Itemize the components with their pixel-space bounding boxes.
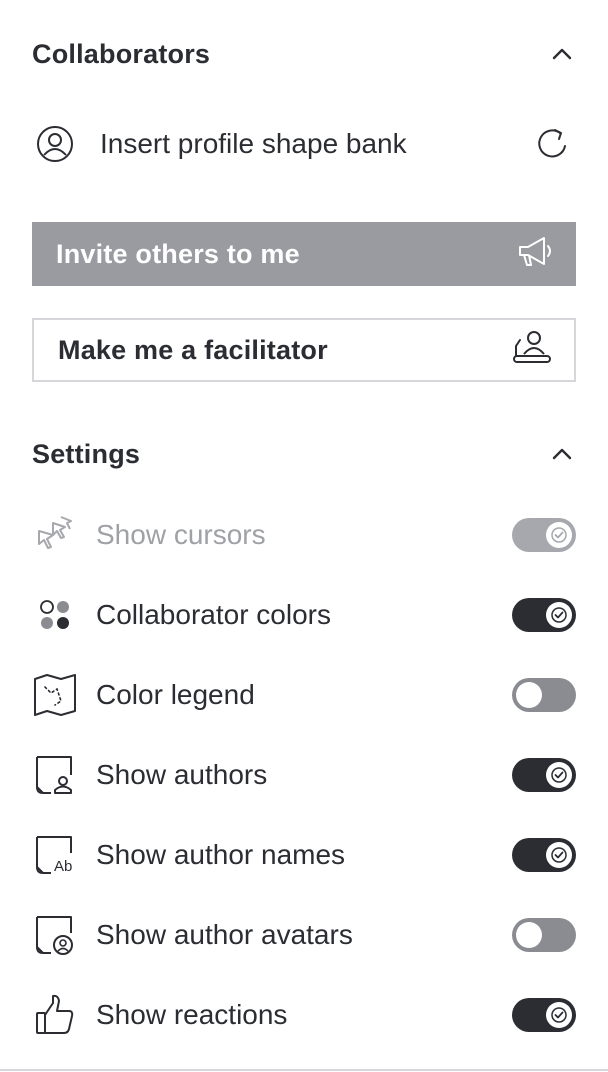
megaphone-icon xyxy=(516,234,556,275)
sticky-author-name-icon: Ab xyxy=(32,832,78,878)
check-icon xyxy=(546,1002,572,1028)
setting-label: Show authors xyxy=(96,759,268,790)
setting-collaborator-colors[interactable]: Collaborator colors xyxy=(32,587,576,643)
show-authors-toggle[interactable] xyxy=(512,758,576,792)
setting-show-reactions[interactable]: Show reactions xyxy=(32,987,576,1043)
divider xyxy=(0,1069,608,1071)
chevron-up-icon[interactable] xyxy=(548,440,576,468)
check-icon xyxy=(546,842,572,868)
check-icon xyxy=(546,602,572,628)
setting-color-legend[interactable]: Color legend xyxy=(32,667,576,723)
collaborators-title: Collaborators xyxy=(32,38,211,69)
setting-label: Collaborator colors xyxy=(96,599,331,630)
facilitator-icon xyxy=(510,328,554,373)
make-facilitator-label: Make me a facilitator xyxy=(58,334,328,365)
invite-others-label: Invite others to me xyxy=(56,238,300,269)
collaborators-header[interactable]: Collaborators xyxy=(32,34,576,74)
cursors-icon xyxy=(32,512,78,558)
make-facilitator-button[interactable]: Make me a facilitator xyxy=(32,318,576,382)
insert-profile-shape-bank-row[interactable]: Insert profile shape bank xyxy=(32,118,576,170)
setting-label: Show reactions xyxy=(96,999,288,1030)
setting-show-author-names[interactable]: Ab Show author names xyxy=(32,827,576,883)
show-author-avatars-toggle[interactable] xyxy=(512,918,576,952)
palette-dots-icon xyxy=(32,592,78,638)
sticky-author-avatar-icon xyxy=(32,912,78,958)
map-legend-icon xyxy=(32,672,78,718)
check-icon xyxy=(546,762,572,788)
setting-label: Color legend xyxy=(96,679,255,710)
refresh-icon[interactable] xyxy=(530,121,576,167)
setting-label: Show author avatars xyxy=(96,919,353,950)
setting-label: Show cursors xyxy=(96,519,266,550)
setting-show-authors[interactable]: Show authors xyxy=(32,747,576,803)
settings-title: Settings xyxy=(32,438,141,469)
user-circle-icon xyxy=(32,121,78,167)
invite-others-button[interactable]: Invite others to me xyxy=(32,222,576,286)
chevron-up-icon[interactable] xyxy=(548,40,576,68)
thumbs-up-icon xyxy=(32,992,78,1038)
setting-show-author-avatars[interactable]: Show author avatars xyxy=(32,907,576,963)
setting-label: Show author names xyxy=(96,839,346,870)
check-icon xyxy=(546,522,572,548)
setting-show-cursors: Show cursors xyxy=(32,507,576,563)
collaborator-colors-toggle[interactable] xyxy=(512,598,576,632)
profile-shape-bank-label: Insert profile shape bank xyxy=(100,128,407,159)
settings-header[interactable]: Settings xyxy=(32,434,576,474)
sticky-author-icon xyxy=(32,752,78,798)
show-reactions-toggle[interactable] xyxy=(512,998,576,1032)
svg-text:Ab: Ab xyxy=(54,858,72,875)
show-author-names-toggle[interactable] xyxy=(512,838,576,872)
color-legend-toggle[interactable] xyxy=(512,678,576,712)
show-cursors-toggle xyxy=(512,518,576,552)
